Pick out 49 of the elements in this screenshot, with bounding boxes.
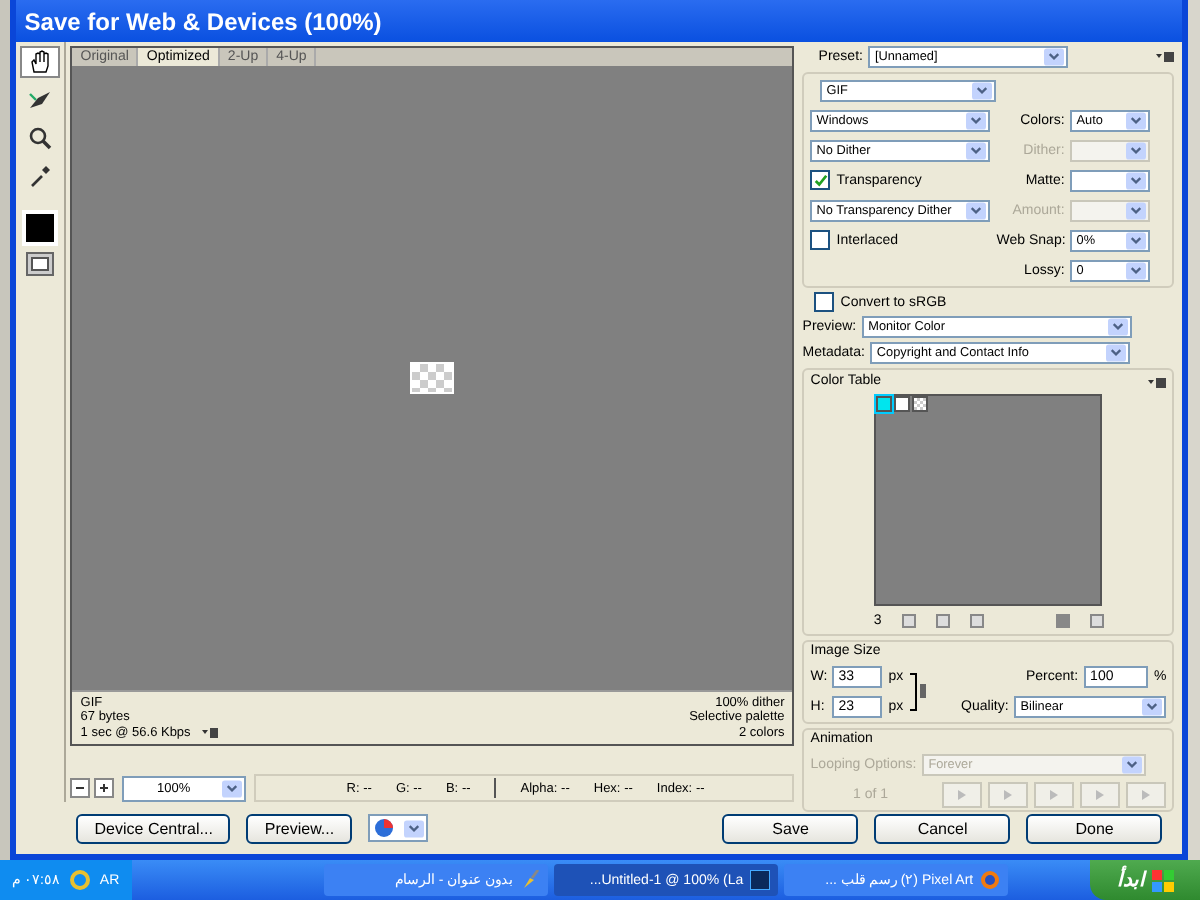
caret-icon — [1108, 318, 1129, 336]
eyedropper-icon — [28, 164, 53, 188]
menu-icon[interactable] — [1148, 377, 1167, 387]
browser-dropdown[interactable] — [368, 814, 429, 842]
caret-icon — [1126, 201, 1147, 219]
caret-icon — [1106, 344, 1127, 362]
app-icon — [749, 870, 770, 890]
checkbox[interactable] — [810, 230, 831, 250]
hand-icon — [28, 50, 53, 74]
menu-icon[interactable] — [202, 727, 219, 738]
dialog-button[interactable]: Device Central... — [76, 813, 231, 843]
caret-icon — [1126, 261, 1147, 279]
zoom-icon — [28, 126, 53, 150]
link-icon[interactable] — [909, 669, 928, 713]
checkbox[interactable] — [814, 292, 835, 312]
caret-icon — [972, 81, 993, 99]
window-title: Save for Web & Devices (100%) — [16, 0, 1183, 42]
caret-icon — [1126, 231, 1147, 249]
caret-icon — [966, 201, 987, 219]
caret-icon — [404, 819, 425, 837]
caret-icon — [1142, 697, 1163, 715]
matte-dropdown[interactable] — [1070, 169, 1151, 191]
color-chip[interactable] — [912, 396, 929, 412]
menu-icon[interactable] — [1156, 52, 1175, 62]
dialog-button[interactable]: Preview... — [246, 813, 353, 843]
image-thumbnail — [410, 361, 455, 394]
caret-icon — [1126, 141, 1147, 159]
caret-icon — [222, 779, 243, 797]
caret-icon — [1126, 171, 1147, 189]
windows-logo-icon — [1151, 869, 1173, 891]
zoom-in-icon[interactable] — [94, 778, 115, 798]
dialog-button[interactable]: Done — [1026, 813, 1163, 843]
dialog-button[interactable]: Save — [722, 813, 859, 843]
caret-icon — [1044, 48, 1065, 66]
caret-icon — [1126, 111, 1147, 129]
knife-icon — [28, 88, 53, 112]
start-button[interactable]: ابدأ — [1090, 860, 1200, 900]
hand-tool[interactable] — [20, 46, 61, 78]
caret-icon — [966, 141, 987, 159]
caret-icon — [966, 111, 987, 129]
caret-icon — [1122, 755, 1143, 773]
checkbox[interactable] — [810, 170, 831, 190]
slices-toggle-icon[interactable] — [26, 252, 55, 276]
color-chip[interactable] — [894, 396, 911, 412]
dialog-button[interactable]: Cancel — [874, 813, 1011, 843]
zoom-out-icon[interactable] — [70, 778, 91, 798]
color-chip[interactable] — [876, 396, 893, 412]
color-swatch[interactable] — [22, 210, 59, 246]
paintbrush-icon — [519, 870, 540, 890]
